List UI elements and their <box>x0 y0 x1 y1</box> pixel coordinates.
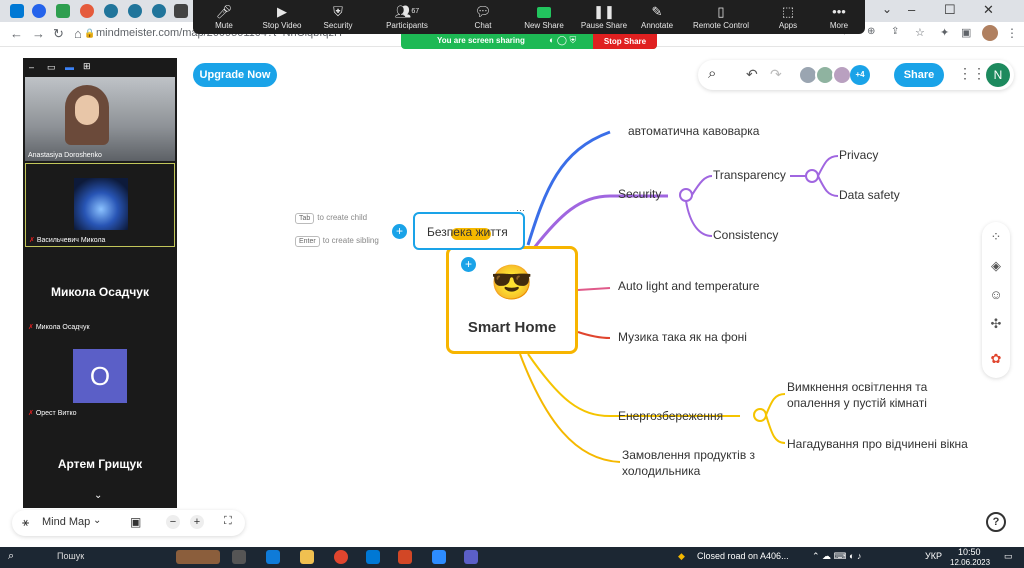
selected-node-editor[interactable]: Безпека життя ⋯ <box>413 205 525 250</box>
language-indicator[interactable]: УКР <box>925 551 942 561</box>
zoom-participants-panel: – ▭ ▬ ⊞ Anastasiya Doroshenko ✗ Васильче… <box>23 58 177 508</box>
participant-name: Орест Витко <box>35 410 77 417</box>
participant-display-name: Микола Осадчук <box>51 285 149 299</box>
map-bottom-bar: ⚹ Mind Map ⌄ ▣ − + ⛶ <box>12 510 245 536</box>
participant-name: Васильчевич Микола <box>36 237 106 244</box>
muted-mic-icon: ✗ <box>29 237 35 244</box>
node-energy-off-line1[interactable]: Вимкнення освітлення та <box>787 380 927 394</box>
participant-face <box>75 95 99 125</box>
muted-mic-icon: ✗ <box>28 324 34 331</box>
task-view-icon[interactable] <box>232 550 246 564</box>
selected-node-label[interactable]: Безпека життя <box>427 225 508 239</box>
participant-name-row: ✗ Васильчевич Микола <box>29 236 105 244</box>
enter-hint: Enter to create sibling <box>295 236 379 247</box>
search-highlight-image[interactable] <box>176 550 220 564</box>
taskbar-search-box[interactable]: Пошук <box>57 551 84 561</box>
clock-date[interactable]: 12.06.2023 <box>950 558 990 567</box>
node-window-reminder[interactable]: Нагадування про відчинені вікна <box>787 437 968 451</box>
participant-picture <box>74 178 128 230</box>
teams-icon[interactable] <box>464 550 478 564</box>
tab-hint-text: to create child <box>317 213 368 222</box>
node-options-icon[interactable]: ⋯ <box>516 205 525 216</box>
add-node-plus-icon[interactable]: + <box>461 257 476 272</box>
node-coffee-machine[interactable]: автоматична кавоварка <box>628 124 759 138</box>
node-transparency[interactable]: Transparency <box>713 168 786 182</box>
scroll-down-chevron-icon[interactable]: ⌄ <box>94 490 102 501</box>
panel-header: – ▭ ▬ ⊞ <box>23 58 177 77</box>
muted-mic-icon: ✗ <box>28 410 34 417</box>
enter-key: Enter <box>295 236 320 247</box>
central-topic-label: Smart Home <box>467 319 557 336</box>
clock-time[interactable]: 10:50 <box>958 547 981 557</box>
warning-icon: ◆ <box>678 551 685 561</box>
mind-map-icon: ⚹ <box>22 515 30 529</box>
zoom-app-icon[interactable] <box>432 550 446 564</box>
presentation-icon[interactable]: ▣ <box>130 515 141 529</box>
traffic-notification[interactable]: Closed road on A406... <box>697 551 789 561</box>
participant-initial: O <box>73 349 127 403</box>
participant-name: Anastasiya Doroshenko <box>28 152 102 159</box>
participant-tile-image[interactable]: ✗ Васильчевич Микола <box>25 163 175 247</box>
node-energy-saving[interactable]: Енергозбереження <box>618 409 723 423</box>
participant-tile-initial[interactable]: O ✗ Орест Витко <box>25 335 175 419</box>
file-explorer-icon[interactable] <box>300 550 314 564</box>
map-mode-dropdown[interactable]: Mind Map <box>42 516 90 528</box>
emoji-icon[interactable]: ☺ <box>987 286 1005 304</box>
windows-taskbar: ⌕ Пошук ◆ Closed road on A406... ⌃ ☁ ⌨ ◐… <box>0 547 1024 568</box>
tab-key: Tab <box>295 213 315 224</box>
powerpoint-icon[interactable] <box>398 550 412 564</box>
participant-tile-name[interactable]: Микола Осадчук ✗ Микола Осадчук <box>25 249 175 333</box>
node-consistency[interactable]: Consistency <box>713 228 778 242</box>
mail-icon[interactable] <box>366 550 380 564</box>
node-data-safety[interactable]: Data safety <box>839 188 900 202</box>
node-energy-off-line2[interactable]: опалення у пустій кімнаті <box>787 396 927 410</box>
participant-tile-video[interactable]: Anastasiya Doroshenko <box>25 77 175 161</box>
participant-display-name: Артем Грищук <box>57 457 143 471</box>
gallery-view-icon[interactable]: ⊞ <box>83 61 91 72</box>
participant-name: Микола Осадчук <box>35 324 90 331</box>
speaker-view-icon[interactable]: ▬ <box>65 62 74 72</box>
theme-icon[interactable]: ✿ <box>987 350 1005 368</box>
node-privacy[interactable]: Privacy <box>839 148 878 162</box>
add-sibling-plus-icon[interactable]: + <box>392 224 407 239</box>
connections-icon[interactable]: ✣ <box>987 315 1005 333</box>
zoom-in-button[interactable]: + <box>190 515 204 529</box>
minimize-panel-icon[interactable]: – <box>29 62 34 72</box>
participant-name-row: ✗ Микола Осадчук <box>28 323 90 331</box>
help-button[interactable]: ? <box>986 512 1006 532</box>
style-paint-icon[interactable]: ◈ <box>987 257 1005 275</box>
fit-screen-icon[interactable]: ⛶ <box>224 515 232 528</box>
tab-hint: Tab to create child <box>295 213 367 224</box>
chrome-icon[interactable] <box>334 550 348 564</box>
chevron-down-icon[interactable]: ⌄ <box>93 515 101 526</box>
zoom-out-button[interactable]: − <box>166 515 180 529</box>
edge-icon[interactable] <box>266 550 280 564</box>
panel-view-icon[interactable]: ▭ <box>47 62 56 73</box>
enter-hint-text: to create sibling <box>322 236 379 245</box>
participant-name-row: ✗ Орест Витко <box>28 409 77 417</box>
node-music[interactable]: Музика така як на фоні <box>618 330 747 344</box>
right-tools-panel: ⁘ ◈ ☺ ✣ ✿ <box>982 222 1010 378</box>
layout-icon[interactable]: ⁘ <box>987 228 1005 246</box>
node-auto-light[interactable]: Auto light and temperature <box>618 279 759 293</box>
search-icon[interactable]: ⌕ <box>8 550 14 563</box>
system-tray-icons[interactable]: ⌃ ☁ ⌨ ◐ ♪ <box>812 551 861 562</box>
node-fridge-line2[interactable]: холодильника <box>622 464 700 478</box>
notifications-icon[interactable]: ▭ <box>1004 551 1013 562</box>
node-security[interactable]: Security <box>618 187 661 201</box>
node-fridge-line1[interactable]: Замовлення продуктів з <box>622 448 755 462</box>
